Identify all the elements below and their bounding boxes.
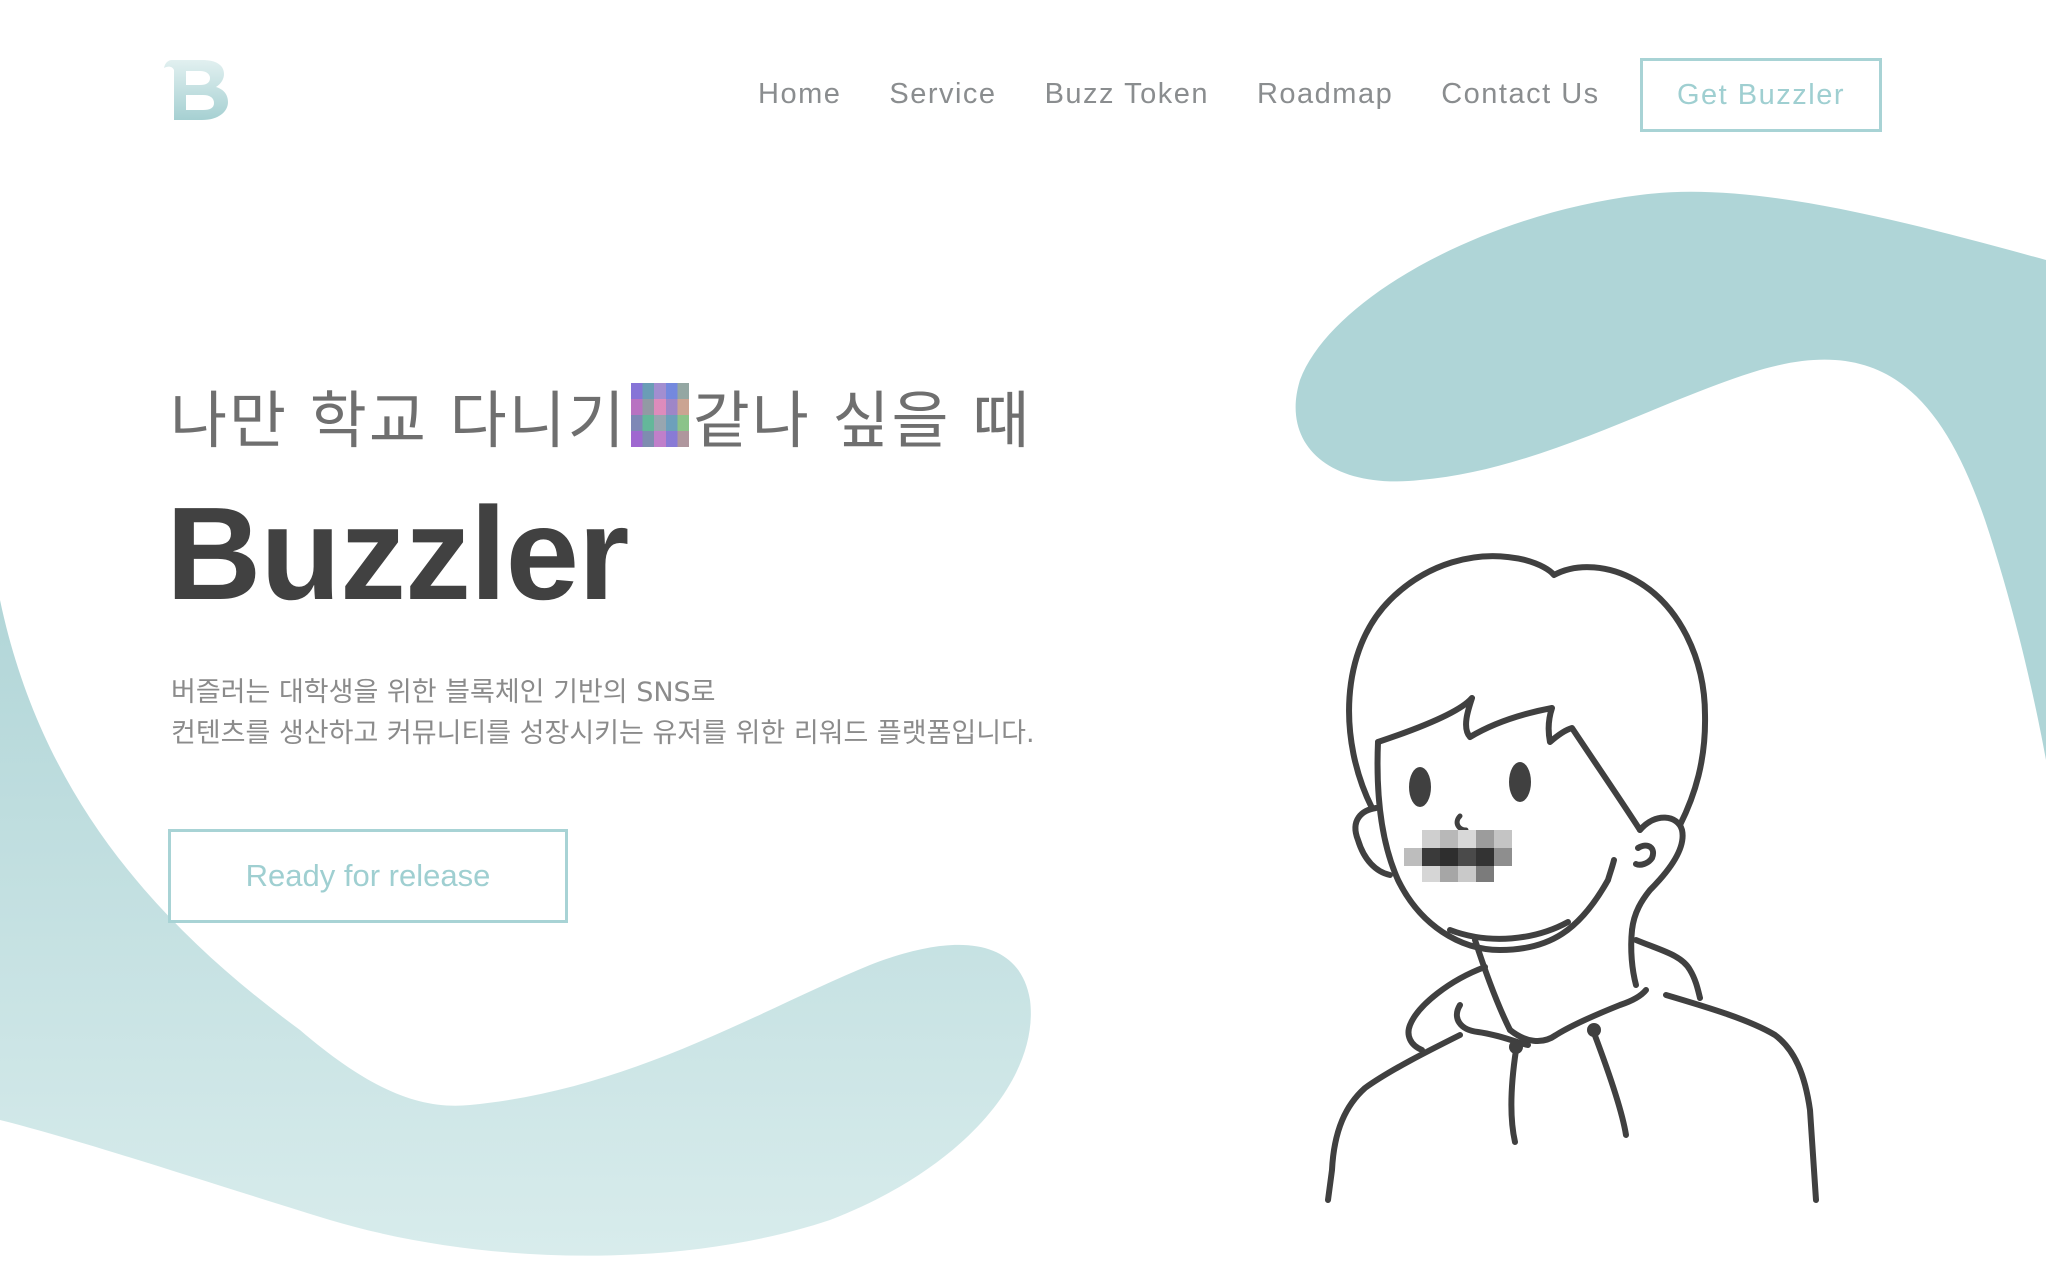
tagline-start: 나만 학교 다니기 <box>170 384 627 457</box>
censored-mouth-mosaic <box>1404 830 1512 882</box>
nav-buzz-token[interactable]: Buzz Token <box>1045 78 1209 111</box>
nav-contact-us[interactable]: Contact Us <box>1441 78 1599 111</box>
body-left <box>1325 1032 1463 1203</box>
right-ear <box>1629 814 1686 933</box>
get-buzzler-button[interactable]: Get Buzzler <box>1640 58 1882 132</box>
hero-tagline: 나만 학교 다니기 같나 싶을 때 <box>170 370 1031 460</box>
hero-description: 버즐러는 대학생을 위한 블록체인 기반의 SNS로 컨텐츠를 생산하고 커뮤니… <box>171 672 1035 754</box>
neck-left <box>1472 937 1513 1033</box>
tagline-end: 같나 싶을 때 <box>692 384 1032 457</box>
ear-detail <box>1633 842 1656 868</box>
right-drawstring <box>1591 1030 1629 1138</box>
hero-title: Buzzler <box>166 480 629 627</box>
nav-home[interactable]: Home <box>758 78 841 111</box>
nose <box>1454 813 1469 833</box>
jaw-line <box>1447 919 1571 942</box>
left-eye <box>1409 767 1431 807</box>
ready-for-release-button[interactable]: Ready for release <box>168 829 568 923</box>
censored-word-mosaic <box>630 383 689 447</box>
hair-bangs <box>1375 695 1643 833</box>
collar <box>1507 987 1649 1044</box>
right-eye <box>1509 762 1531 802</box>
description-line-1: 버즐러는 대학생을 위한 블록체인 기반의 SNS로 <box>171 677 716 708</box>
body-right <box>1663 992 1819 1203</box>
nav-service[interactable]: Service <box>889 78 996 111</box>
description-line-2: 컨텐츠를 생산하고 커뮤니티를 성장시키는 유저를 위한 리워드 플랫폼입니다. <box>171 718 1035 749</box>
student-illustration <box>1325 553 1819 1203</box>
nav-roadmap[interactable]: Roadmap <box>1257 78 1393 111</box>
buzzler-logo[interactable] <box>162 58 234 130</box>
main-nav: Home Service Buzz Token Roadmap Contact … <box>758 58 1648 130</box>
left-drawstring <box>1508 1047 1519 1145</box>
